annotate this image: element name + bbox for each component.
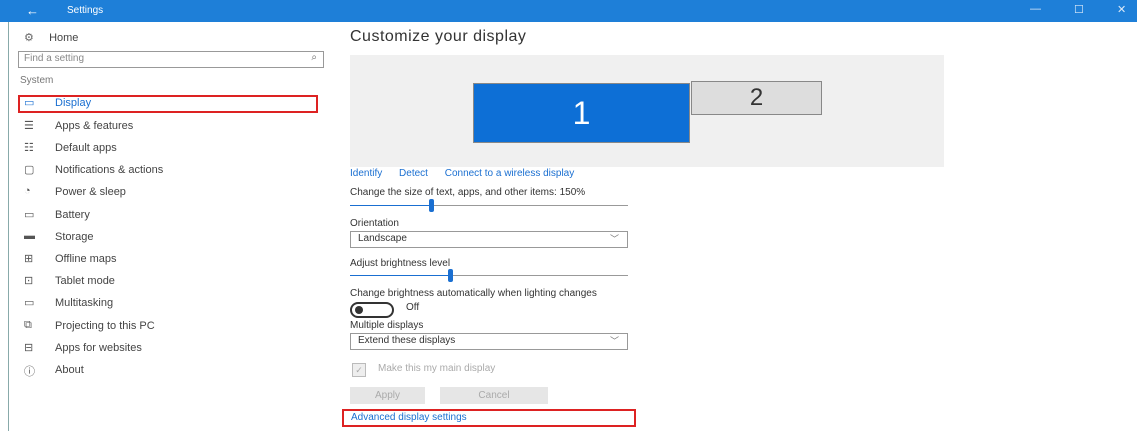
advanced-display-settings-label: Advanced display settings [351,412,467,423]
scale-slider-fill [350,205,431,206]
main-display-checkbox[interactable]: ✓ [352,363,366,377]
sidebar-item-label: About [55,364,84,376]
monitor-1[interactable]: 1 [473,83,690,143]
display-icon: ▭ [24,97,35,109]
brightness-slider[interactable] [350,269,628,282]
search-input[interactable]: Find a setting ⌕ [18,51,324,68]
sidebar-item-label: Apps & features [55,120,134,132]
storage-icon: ▬ [24,230,35,242]
home-label: Home [49,32,79,44]
brightness-slider-fill [350,275,450,276]
wireless-display-link[interactable]: Connect to a wireless display [445,168,575,179]
advanced-display-settings-link[interactable]: Advanced display settings [342,409,636,427]
sidebar-item-tablet-mode[interactable]: ⊡ Tablet mode [20,273,312,291]
back-arrow-icon[interactable]: ← [26,3,39,18]
maximize-icon[interactable]: ☐ [1074,3,1084,16]
multiple-displays-value: Extend these displays [358,335,456,346]
sidebar-item-label: Default apps [55,142,117,154]
sidebar-item-default-apps[interactable]: ☷ Default apps [20,140,312,158]
search-placeholder: Find a setting [24,53,85,64]
sidebar-item-power-sleep[interactable]: ◔ Power & sleep [20,184,312,202]
scale-label: Change the size of text, apps, and other… [350,187,586,198]
main-display-label: Make this my main display [378,363,496,374]
search-icon[interactable]: ⌕ [311,52,317,63]
multiple-displays-dropdown[interactable]: Extend these displays ﹀ [350,333,628,350]
cancel-button[interactable]: Cancel [440,387,548,404]
main-content: Customize your display 1 2 Identify Dete… [342,22,1050,431]
notification-icon: ▢ [24,164,35,176]
orientation-value: Landscape [358,233,407,244]
display-links: Identify Detect Connect to a wireless di… [350,168,588,179]
sidebar-item-notifications[interactable]: ▢ Notifications & actions [20,162,312,180]
sidebar-item-apps-features[interactable]: ☰ Apps & features [20,118,312,136]
apps-list-icon: ☰ [24,120,34,132]
apply-button[interactable]: Apply [350,387,425,404]
sidebar-item-label: Offline maps [55,253,117,265]
info-icon: ⓘ [24,366,35,378]
sidebar-item-apps-websites[interactable]: ⊟ Apps for websites [20,340,312,358]
sidebar-item-storage[interactable]: ▬ Storage [20,229,312,247]
toggle-knob [355,306,363,314]
sidebar-item-label: Display [55,97,92,109]
auto-brightness-label: Change brightness automatically when lig… [350,288,597,299]
sidebar-item-projecting[interactable]: ⧉ Projecting to this PC [20,318,312,336]
close-icon[interactable]: ✕ [1117,3,1126,16]
sidebar-item-label: Apps for websites [55,342,142,354]
sidebar-item-label: Multitasking [55,297,114,309]
gear-icon: ⚙ [24,32,34,44]
display-arrangement: 1 2 [350,55,944,167]
multitasking-icon: ▭ [24,297,35,309]
sidebar-border [8,22,9,431]
page-title: Customize your display [350,28,527,45]
map-icon: ⊞ [24,253,34,265]
sidebar-item-label: Projecting to this PC [55,320,155,332]
home-link[interactable]: ⚙ Home [24,31,78,44]
orientation-dropdown[interactable]: Landscape ﹀ [350,231,628,248]
scale-slider-thumb[interactable] [429,199,434,212]
window-title: Settings [67,5,104,16]
sidebar-item-battery[interactable]: ▭ Battery [20,207,312,225]
sidebar-item-display[interactable]: ▭ Display [18,95,318,113]
minimize-icon[interactable]: — [1030,3,1041,15]
sidebar-item-label: Notifications & actions [55,164,164,176]
section-label: System [20,75,54,86]
title-bar: ← Settings — ☐ ✕ [0,0,1137,22]
multiple-displays-label: Multiple displays [350,320,424,331]
auto-brightness-toggle[interactable] [350,302,394,318]
projecting-icon: ⧉ [24,319,32,331]
brightness-label: Adjust brightness level [350,258,451,269]
scale-slider[interactable] [350,199,628,212]
battery-icon: ▭ [24,209,35,221]
chevron-down-icon: ﹀ [609,234,619,244]
tablet-icon: ⊡ [24,275,34,287]
sidebar-item-multitasking[interactable]: ▭ Multitasking [20,295,312,313]
sidebar: ⚙ Home Find a setting ⌕ System ▭ Display… [8,22,324,431]
sidebar-item-label: Power & sleep [55,186,126,198]
sidebar-item-about[interactable]: ⓘ About [20,362,312,380]
monitor-2[interactable]: 2 [691,81,822,115]
chevron-down-icon: ﹀ [609,336,619,346]
sidebar-item-label: Tablet mode [55,275,115,287]
brightness-slider-thumb[interactable] [448,269,453,282]
default-apps-icon: ☷ [24,142,34,154]
orientation-label: Orientation [350,218,399,229]
sidebar-item-label: Storage [55,231,94,243]
sidebar-item-offline-maps[interactable]: ⊞ Offline maps [20,251,312,269]
apps-websites-icon: ⊟ [24,342,34,354]
detect-link[interactable]: Detect [399,168,428,179]
toggle-state-label: Off [406,302,420,313]
power-icon: ◔ [24,185,31,197]
identify-link[interactable]: Identify [350,168,382,179]
sidebar-item-label: Battery [55,209,90,221]
